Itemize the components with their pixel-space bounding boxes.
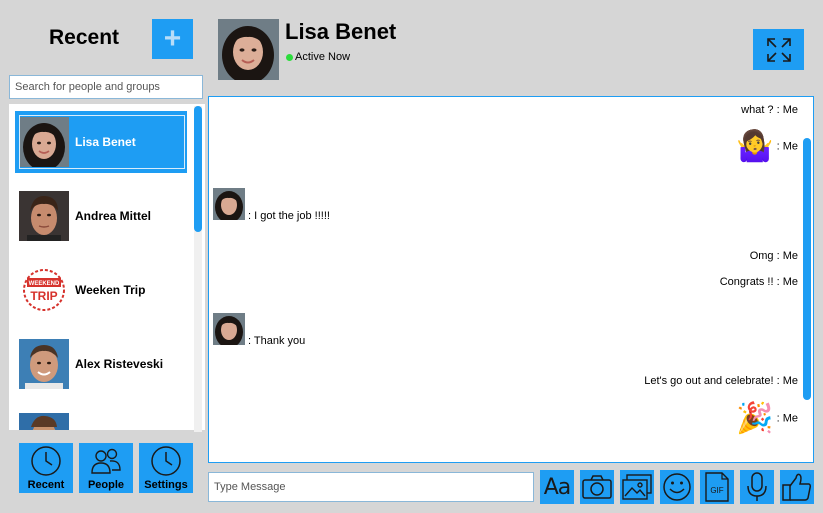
- nav-label: People: [87, 479, 125, 491]
- contact-name: Andrea Mittel: [75, 209, 152, 223]
- smiley-icon: [663, 473, 691, 501]
- message-sent: Omg : Me: [749, 250, 798, 262]
- search-input[interactable]: [9, 75, 203, 99]
- expand-button[interactable]: [753, 29, 804, 70]
- gallery-button[interactable]: [620, 470, 654, 504]
- contact-item-andrea-mittel[interactable]: Andrea Mittel: [15, 185, 187, 247]
- microphone-icon: [747, 472, 767, 501]
- expand-icon: [766, 37, 791, 62]
- message-received: : I got the job !!!!!: [248, 210, 330, 222]
- message-sent: 🎉 : Me: [736, 402, 798, 435]
- contact-list-scroll-thumb[interactable]: [194, 106, 202, 232]
- gif-label: GIF: [710, 486, 723, 495]
- font-icon: Aa: [543, 474, 572, 500]
- avatar: [19, 413, 69, 430]
- contact-item-weeken-trip[interactable]: WEEKEND TRIP Weeken Trip: [15, 259, 187, 321]
- contact-item-lisa-benet[interactable]: Lisa Benet: [15, 111, 187, 173]
- emoji-button[interactable]: [660, 470, 694, 504]
- nav-settings-button[interactable]: Settings: [139, 443, 193, 493]
- avatar: [19, 339, 69, 389]
- contact-name-heading: Lisa Benet: [285, 19, 397, 44]
- sender-avatar: [213, 188, 245, 220]
- contact-item-alex-risteveski[interactable]: Alex Risteveski: [15, 333, 187, 395]
- gif-button[interactable]: GIF: [700, 470, 734, 504]
- avatar: [19, 191, 69, 241]
- nav-recent-button[interactable]: Recent: [19, 443, 73, 493]
- voice-message-button[interactable]: [740, 470, 774, 504]
- contact-name: Lisa Benet: [75, 135, 136, 149]
- contact-name: Alex Risteveski: [75, 357, 164, 371]
- nav-people-button[interactable]: People: [79, 443, 133, 493]
- message-received: : Thank you: [248, 335, 306, 347]
- sender-avatar: [213, 313, 245, 345]
- online-status-dot: [286, 54, 293, 61]
- message-input[interactable]: [208, 472, 534, 502]
- clock-icon: [31, 446, 61, 476]
- gif-icon: GIF: [705, 472, 729, 502]
- page-title: Recent: [48, 26, 120, 49]
- nav-label: Settings: [144, 479, 188, 491]
- contact-avatar: [218, 19, 279, 80]
- font-format-button[interactable]: Aa: [540, 470, 574, 504]
- like-button[interactable]: [780, 470, 814, 504]
- message-sent: 🤷‍♀️ : Me: [736, 130, 798, 163]
- image-gallery-icon: [622, 474, 652, 500]
- logo-text-weekend: WEEKEND: [29, 281, 60, 287]
- contact-list: Lisa Benet Andrea Mittel WEEKEND TRIP We…: [9, 104, 205, 430]
- message-sent: Congrats !! : Me: [719, 276, 798, 288]
- chat-scroll-thumb[interactable]: [803, 138, 811, 400]
- contact-item-partial[interactable]: [15, 407, 187, 430]
- message-sent: what ? : Me: [741, 104, 798, 116]
- status-text: Active Now: [295, 51, 351, 63]
- nav-label: Recent: [27, 479, 65, 491]
- logo-text-trip: TRIP: [30, 289, 57, 303]
- chat-messages-area: what ? : Me 🤷‍♀️ : Me : I got the job !!…: [208, 96, 814, 463]
- contact-name: Weeken Trip: [75, 283, 146, 297]
- weekend-trip-logo: WEEKEND TRIP: [19, 265, 69, 315]
- message-sent: Let's go out and celebrate! : Me: [644, 375, 798, 387]
- thumbs-up-icon: [782, 473, 812, 501]
- camera-icon: [582, 475, 612, 499]
- party-popper-emoji: 🎉: [736, 402, 774, 435]
- shrug-emoji: 🤷‍♀️: [736, 130, 774, 163]
- people-icon: [91, 448, 121, 474]
- clock-icon: [151, 446, 181, 476]
- add-conversation-button[interactable]: +: [152, 19, 193, 59]
- camera-button[interactable]: [580, 470, 614, 504]
- avatar: [19, 117, 69, 167]
